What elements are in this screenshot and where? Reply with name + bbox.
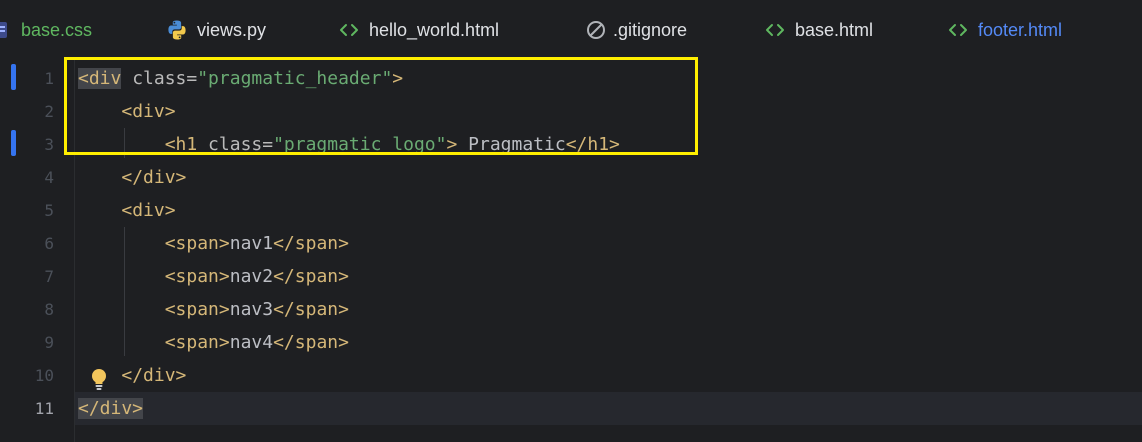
code-line[interactable]: </div> — [78, 161, 620, 194]
code-line[interactable]: <div> — [78, 95, 620, 128]
html-file-icon — [338, 19, 360, 41]
line-numbers: 1 2 3 4 5 6 7 8 9 10 11 — [0, 62, 54, 425]
matched-tag: </div> — [78, 398, 144, 419]
code-line[interactable]: <span>nav4</span> — [78, 326, 620, 359]
line-number-current: 11 — [34, 399, 54, 418]
css-file-icon — [0, 19, 12, 41]
code-line[interactable]: </div> — [78, 359, 620, 392]
tab-base-html[interactable]: base.html — [764, 0, 873, 60]
text-content: Pragmatic — [457, 134, 566, 155]
attribute-name: class= — [121, 68, 198, 89]
tag-end: </span> — [273, 233, 349, 254]
code-line[interactable]: <div class="pragmatic_header"> — [78, 62, 620, 95]
code-line[interactable]: <div> — [78, 194, 620, 227]
tag-close: > — [392, 68, 404, 89]
tab-label: base.css — [21, 20, 93, 40]
line-number: 2 — [44, 102, 54, 121]
ignored-file-icon — [586, 19, 606, 41]
python-file-icon — [166, 19, 188, 41]
tab-gitignore[interactable]: .gitignore — [586, 0, 687, 60]
matched-tag: <div — [78, 68, 122, 89]
text-content: nav3 — [229, 299, 274, 320]
tab-label: .gitignore — [613, 20, 688, 40]
attribute-value: "pragmatic_header" — [197, 68, 393, 89]
code-line[interactable]: <h1 class="pragmatic_logo"> Pragmatic</h… — [78, 128, 620, 161]
tab-label: base.html — [795, 20, 874, 40]
code-line[interactable]: <span>nav2</span> — [78, 260, 620, 293]
code-line[interactable]: </div> — [78, 392, 620, 425]
line-number: 1 — [44, 69, 54, 88]
tag-open: <span> — [164, 266, 230, 287]
line-number: 7 — [44, 267, 54, 286]
editor-gutter: 1 2 3 4 5 6 7 8 9 10 11 — [0, 60, 74, 442]
tag-end: </span> — [273, 266, 349, 287]
text-content: nav4 — [229, 332, 274, 353]
line-number: 4 — [44, 168, 54, 187]
tab-footer-html[interactable]: footer.html — [947, 0, 1062, 60]
attribute-value: "pragmatic_logo" — [273, 134, 447, 155]
tag-end: </span> — [273, 299, 349, 320]
tag: </div> — [121, 167, 187, 188]
tag-end: </span> — [273, 332, 349, 353]
ide-window: base.css views.py hello_world.html .giti… — [0, 0, 1142, 442]
code-editor[interactable]: 1 2 3 4 5 6 7 8 9 10 11 <div class="prag… — [0, 57, 1142, 442]
html-file-icon — [947, 19, 969, 41]
tag-open: <h1 — [164, 134, 198, 155]
line-number: 8 — [44, 300, 54, 319]
text-content: nav2 — [229, 266, 274, 287]
tab-label: views.py — [197, 20, 267, 40]
tag: <div> — [121, 101, 176, 122]
tab-hello-world-html[interactable]: hello_world.html — [338, 0, 499, 60]
line-number: 3 — [44, 135, 54, 154]
editor-tab-bar: base.css views.py hello_world.html .giti… — [0, 0, 1142, 60]
tag-close: > — [446, 134, 458, 155]
tab-label: footer.html — [978, 20, 1063, 40]
tag: </div> — [121, 365, 187, 386]
tag-open: <span> — [164, 299, 230, 320]
code-content[interactable]: <div class="pragmatic_header"> <div> <h1… — [78, 62, 620, 425]
tab-label: hello_world.html — [369, 20, 500, 40]
html-file-icon — [764, 19, 786, 41]
code-line[interactable]: <span>nav3</span> — [78, 293, 620, 326]
line-number: 6 — [44, 234, 54, 253]
tag-end: </h1> — [565, 134, 620, 155]
code-line[interactable]: <span>nav1</span> — [78, 227, 620, 260]
tag-open: <span> — [164, 332, 230, 353]
line-number: 5 — [44, 201, 54, 220]
tab-views-py[interactable]: views.py — [166, 0, 266, 60]
tag: <div> — [121, 200, 176, 221]
gutter-separator — [74, 60, 75, 442]
tab-base-css[interactable]: base.css — [0, 0, 92, 60]
tag-open: <span> — [164, 233, 230, 254]
line-number: 10 — [34, 366, 54, 385]
attribute-name: class= — [197, 134, 274, 155]
line-number: 9 — [44, 333, 54, 352]
text-content: nav1 — [229, 233, 274, 254]
